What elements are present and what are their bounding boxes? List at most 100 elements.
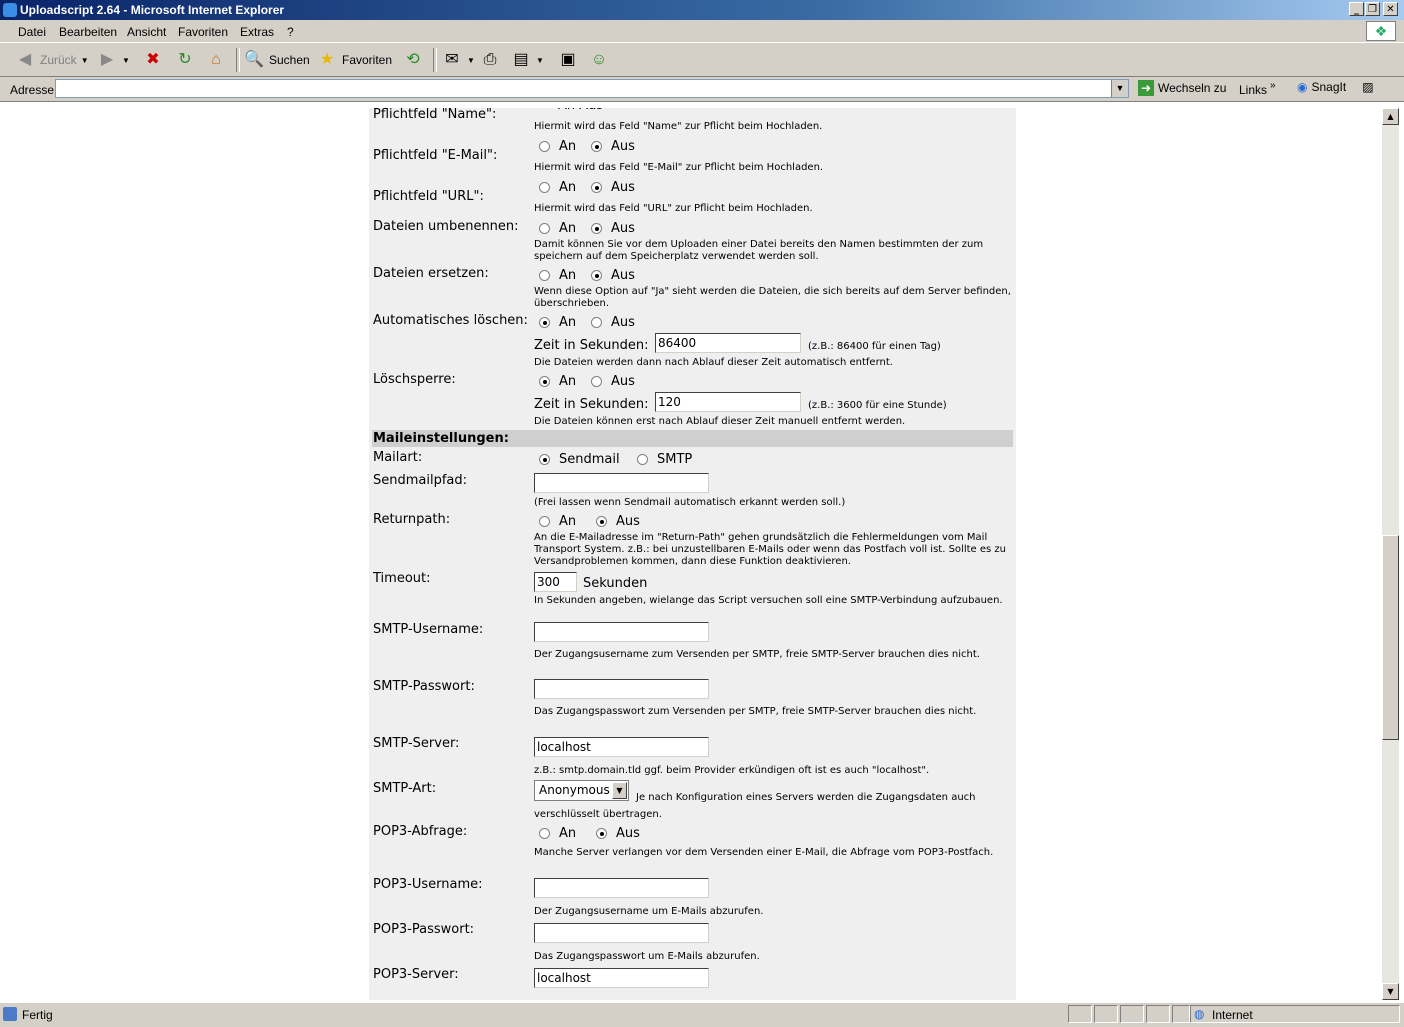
- label-smtp-art: SMTP-Art:: [373, 781, 437, 796]
- forward-dropdown-icon: ▼: [122, 55, 130, 65]
- hint-loeschsperre: (z.B.: 3600 für eine Stunde): [808, 400, 947, 411]
- label-pop3-abfrage: POP3-Abfrage:: [373, 824, 468, 839]
- stop-button[interactable]: ✖: [142, 49, 164, 71]
- snagit-capture-icon: ▨: [1362, 80, 1374, 94]
- pop3-username-input[interactable]: [534, 878, 709, 898]
- desc-pflicht-url: Hiermit wird das Feld "URL" zur Pflicht …: [534, 203, 813, 214]
- label-pflicht-name: Pflichtfeld "Name":: [373, 107, 497, 122]
- stop-icon: ✖: [146, 51, 160, 68]
- edit-dropdown-icon: ▼: [536, 55, 544, 65]
- ie-icon: [3, 3, 17, 17]
- desc-timeout: In Sekunden angeben, wielange das Script…: [534, 595, 1003, 606]
- vertical-scrollbar[interactable]: ▲ ▼: [1382, 108, 1399, 1000]
- label-smtp-server: SMTP-Server:: [373, 736, 460, 751]
- desc-pflicht-name: Hiermit wird das Feld "Name" zur Pflicht…: [534, 121, 823, 132]
- desc-umbenennen: Damit können Sie vor dem Uploaden einer …: [534, 239, 984, 262]
- forward-arrow-icon: ▶: [100, 51, 114, 68]
- section-maileinstellungen: Maileinstellungen:: [372, 430, 1013, 447]
- status-bar: Fertig ◍ Internet: [0, 1002, 1404, 1027]
- radio-returnpath-aus[interactable]: [596, 516, 607, 527]
- maximize-button[interactable]: ❐: [1365, 2, 1380, 16]
- radio-mailart-smtp[interactable]: [637, 454, 648, 465]
- menu-extras[interactable]: Extras: [240, 25, 274, 39]
- favorites-button[interactable]: ★ Favoriten: [316, 49, 392, 71]
- label-auto-loeschen-zeit: Zeit in Sekunden:: [534, 338, 649, 353]
- menu-favoriten[interactable]: Favoriten: [178, 25, 228, 39]
- label-loeschsperre-zeit: Zeit in Sekunden:: [534, 397, 649, 412]
- radio-loeschsperre-an[interactable]: [539, 376, 550, 387]
- address-input[interactable]: ▼: [55, 79, 1129, 98]
- label-smtp-passwort: SMTP-Passwort:: [373, 679, 475, 694]
- radio-pflicht-email-an[interactable]: [539, 141, 550, 152]
- label-auto-loeschen: Automatisches löschen:: [373, 313, 528, 328]
- radio-pop3-an[interactable]: [539, 828, 550, 839]
- search-button[interactable]: 🔍 Suchen: [243, 49, 310, 71]
- forward-button[interactable]: ▶ ▼: [96, 49, 130, 71]
- history-button[interactable]: ⟲: [402, 49, 424, 71]
- radio-pflicht-url-aus[interactable]: [591, 182, 602, 193]
- menu-ansicht[interactable]: Ansicht: [127, 25, 166, 39]
- home-button[interactable]: ⌂: [205, 49, 227, 71]
- menu-datei[interactable]: Datei: [18, 25, 46, 39]
- toolbar: ◀ Zurück ▼ ▶ ▼ ✖ ↻ ⌂ 🔍 Suchen ★ Favorite…: [0, 43, 1404, 77]
- desc-returnpath: An die E-Mailadresse im "Return-Path" ge…: [534, 532, 1006, 567]
- close-button[interactable]: ✕: [1383, 2, 1398, 16]
- radio-returnpath-an[interactable]: [539, 516, 550, 527]
- refresh-icon: ↻: [178, 51, 192, 68]
- print-button[interactable]: ⎙: [479, 49, 501, 71]
- minimize-button[interactable]: _: [1349, 2, 1364, 16]
- smtp-username-input[interactable]: [534, 622, 709, 642]
- mail-icon: ✉: [445, 51, 459, 68]
- desc-auto-loeschen: Die Dateien werden dann nach Ablauf dies…: [534, 357, 893, 368]
- radio-umbenennen-an[interactable]: [539, 223, 550, 234]
- smtp-server-input[interactable]: localhost: [534, 737, 709, 757]
- radio-ersetzen-an[interactable]: [539, 270, 550, 281]
- go-button[interactable]: ➜ Wechseln zu: [1138, 80, 1226, 96]
- desc-loeschsperre: Die Dateien können erst nach Ablauf dies…: [534, 416, 906, 427]
- back-dropdown-icon: ▼: [80, 55, 89, 65]
- discuss-button[interactable]: ▣: [557, 49, 579, 71]
- edit-button[interactable]: ▤ ▼: [510, 49, 544, 71]
- page-icon: [3, 1007, 17, 1021]
- auto-loeschen-zeit-input[interactable]: 86400: [655, 333, 801, 353]
- address-label: Adresse: [10, 83, 55, 97]
- history-icon: ⟲: [406, 51, 420, 68]
- label-pop3-server: POP3-Server:: [373, 967, 459, 982]
- label-pop3-username: POP3-Username:: [373, 877, 483, 892]
- scroll-up-icon[interactable]: ▲: [1382, 108, 1399, 125]
- radio-pflicht-email-aus[interactable]: [591, 141, 602, 152]
- messenger-button[interactable]: ☺: [588, 49, 610, 71]
- radio-auto-loeschen-aus[interactable]: [591, 317, 602, 328]
- label-timeout: Timeout:: [373, 571, 431, 586]
- pop3-passwort-input[interactable]: [534, 923, 709, 943]
- desc-smtp-art: Je nach Konfiguration eines Servers werd…: [534, 792, 976, 820]
- address-dropdown-icon[interactable]: ▼: [1111, 80, 1128, 97]
- window-title: Uploadscript 2.64 - Microsoft Internet E…: [20, 3, 285, 17]
- back-button[interactable]: ◀ Zurück ▼: [14, 49, 89, 71]
- radio-mailart-sendmail[interactable]: [539, 454, 550, 465]
- back-arrow-icon: ◀: [18, 51, 32, 68]
- chevron-right-icon[interactable]: »: [1270, 80, 1276, 91]
- loeschsperre-zeit-input[interactable]: 120: [655, 392, 801, 412]
- radio-pop3-aus[interactable]: [596, 828, 607, 839]
- refresh-button[interactable]: ↻: [174, 49, 196, 71]
- scroll-down-icon[interactable]: ▼: [1382, 983, 1399, 1000]
- snagit-button[interactable]: ◉ SnagIt ▨: [1297, 80, 1374, 94]
- links-button[interactable]: Links: [1239, 83, 1267, 97]
- sendmailpfad-input[interactable]: [534, 473, 709, 493]
- label-pflicht-url: Pflichtfeld "URL":: [373, 189, 484, 204]
- pop3-server-input[interactable]: localhost: [534, 968, 709, 988]
- menu-bearbeiten[interactable]: Bearbeiten: [59, 25, 117, 39]
- mail-button[interactable]: ✉ ▼: [441, 49, 475, 71]
- scrollbar-thumb[interactable]: [1382, 535, 1399, 740]
- menu-help[interactable]: ?: [287, 25, 294, 39]
- status-text: Fertig: [22, 1008, 53, 1022]
- radio-ersetzen-aus[interactable]: [591, 270, 602, 281]
- radio-pflicht-url-an[interactable]: [539, 182, 550, 193]
- radio-auto-loeschen-an[interactable]: [539, 317, 550, 328]
- radio-umbenennen-aus[interactable]: [591, 223, 602, 234]
- snagit-icon: ◉: [1297, 80, 1308, 94]
- smtp-passwort-input[interactable]: [534, 679, 709, 699]
- timeout-input[interactable]: 300: [534, 572, 577, 592]
- radio-loeschsperre-aus[interactable]: [591, 376, 602, 387]
